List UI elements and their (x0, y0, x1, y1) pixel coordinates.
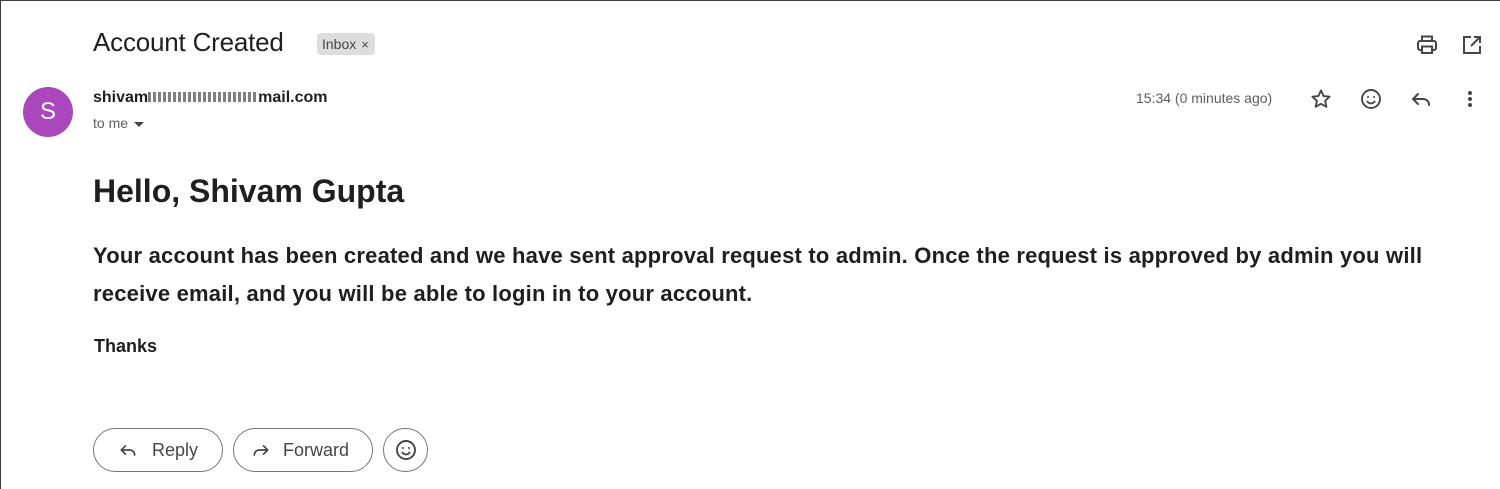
reply-button[interactable]: Reply (93, 428, 223, 472)
redacted-text (148, 91, 259, 102)
chevron-down-icon (134, 121, 145, 127)
reply-button-label: Reply (152, 439, 199, 460)
sender-email-prefix: shivam (93, 89, 149, 106)
label-chip-text: Inbox (322, 36, 357, 52)
sender-email-suffix: mail.com (258, 89, 328, 106)
email-subject: Account Created (93, 27, 284, 57)
open-in-new-icon[interactable] (1460, 33, 1484, 57)
reply-icon[interactable] (1409, 87, 1433, 111)
email-greeting: Hello, Shivam Gupta (93, 173, 405, 209)
forward-button[interactable]: Forward (233, 428, 373, 472)
forward-icon (251, 440, 271, 460)
star-icon[interactable] (1309, 87, 1333, 111)
label-chip-inbox[interactable]: Inbox × (317, 33, 375, 55)
sender-avatar[interactable]: S (23, 87, 73, 137)
reply-icon (118, 440, 138, 460)
recipient-details-toggle[interactable]: to me (93, 115, 145, 131)
add-reaction-button[interactable] (383, 428, 428, 472)
email-timestamp: 15:34 (0 minutes ago) (1136, 90, 1273, 106)
more-vert-icon[interactable] (1458, 87, 1482, 111)
email-signoff: Thanks (94, 336, 158, 356)
email-message: Your account has been created and we hav… (93, 243, 1423, 306)
emoji-icon[interactable] (1359, 87, 1383, 111)
print-icon[interactable] (1415, 33, 1439, 57)
recipient-label: to me (93, 115, 129, 131)
remove-label-icon[interactable]: × (361, 37, 369, 52)
forward-button-label: Forward (283, 439, 350, 460)
sender-email[interactable]: shivam mail.com (93, 89, 328, 107)
emoji-icon (394, 438, 418, 462)
